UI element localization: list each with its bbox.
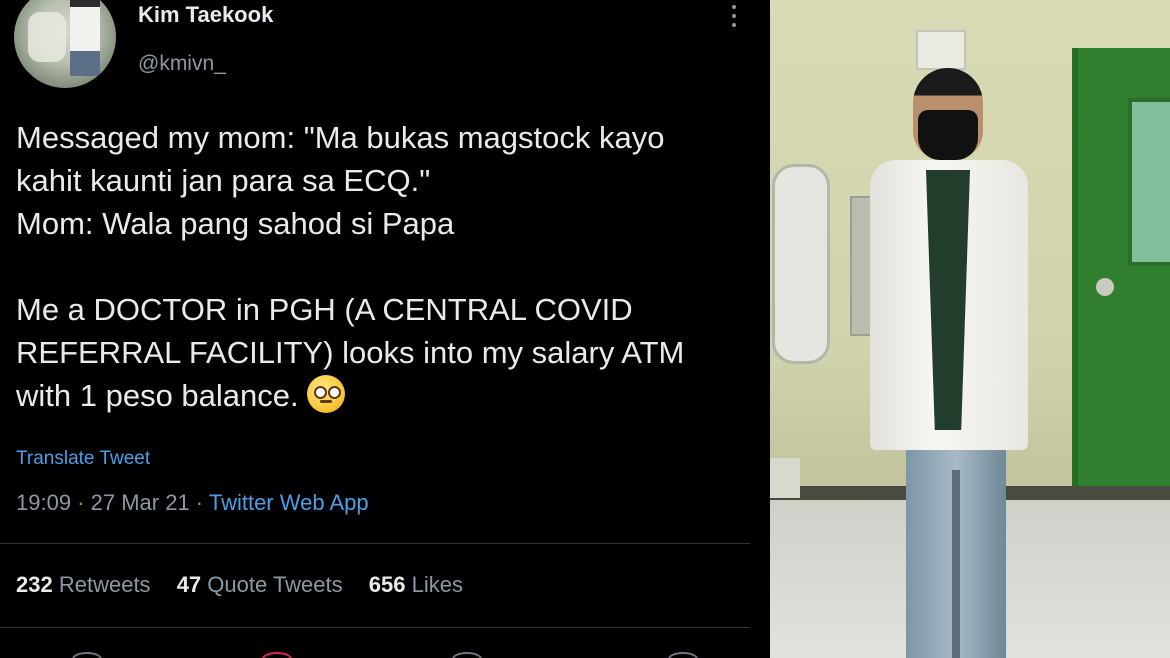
tweet-text: Messaged my mom: "Ma bukas magstock kayo…: [16, 116, 761, 417]
quote-tweets-stat[interactable]: 47 Quote Tweets: [177, 572, 343, 597]
likes-stat[interactable]: 656 Likes: [369, 572, 463, 597]
author-name[interactable]: Kim Taekook: [138, 2, 273, 28]
reply-icon[interactable]: [72, 652, 102, 658]
tweet-text-line: Me a DOCTOR in PGH (A CENTRAL COVID: [16, 292, 633, 327]
person-face-mask: [918, 110, 978, 160]
avatar-person: [70, 0, 100, 76]
rolling-eyes-emoji-icon: [306, 375, 345, 413]
like-icon[interactable]: [262, 652, 292, 658]
xray-machine: [772, 164, 830, 364]
tweet-meta: 19:09 · 27 Mar 21 · Twitter Web App: [16, 490, 369, 515]
tweet-card: Kim Taekook @kmivn_ Messaged my mom: "Ma…: [0, 0, 770, 658]
share-icon[interactable]: [668, 652, 698, 658]
tweet-time[interactable]: 19:09: [16, 490, 71, 515]
avatar[interactable]: [14, 0, 116, 88]
tweet-text-line: Mom: Wala pang sahod si Papa: [16, 206, 455, 241]
tweet-date[interactable]: 27 Mar 21: [91, 490, 190, 515]
door-knob: [1096, 278, 1114, 296]
tweet-source-link[interactable]: Twitter Web App: [209, 490, 369, 515]
engagement-stats: 232 Retweets 47 Quote Tweets 656 Likes: [16, 572, 483, 598]
translate-tweet-link[interactable]: Translate Tweet: [16, 448, 150, 470]
tweet-text-line: REFERRAL FACILITY) looks into my salary …: [16, 335, 685, 370]
retweet-icon[interactable]: [452, 652, 482, 658]
tweet-text-line: Messaged my mom: "Ma bukas magstock kayo: [16, 120, 665, 155]
door-window: [1128, 98, 1170, 266]
tweet-text-line-last: with 1 peso balance.: [16, 374, 761, 417]
retweets-stat[interactable]: 232 Retweets: [16, 572, 151, 597]
person-legs-gap: [952, 470, 960, 658]
more-options-icon[interactable]: [726, 2, 742, 30]
author-handle[interactable]: @kmivn_: [138, 52, 226, 76]
divider: [0, 543, 750, 544]
divider: [0, 627, 750, 628]
action-bar: [0, 646, 770, 658]
equipment-stand: [770, 458, 800, 498]
tweet-text-line: kahit kaunti jan para sa ECQ.": [16, 163, 431, 198]
wall-box: [916, 30, 966, 70]
attached-photo[interactable]: [770, 0, 1170, 658]
avatar-background-machine: [28, 12, 66, 62]
